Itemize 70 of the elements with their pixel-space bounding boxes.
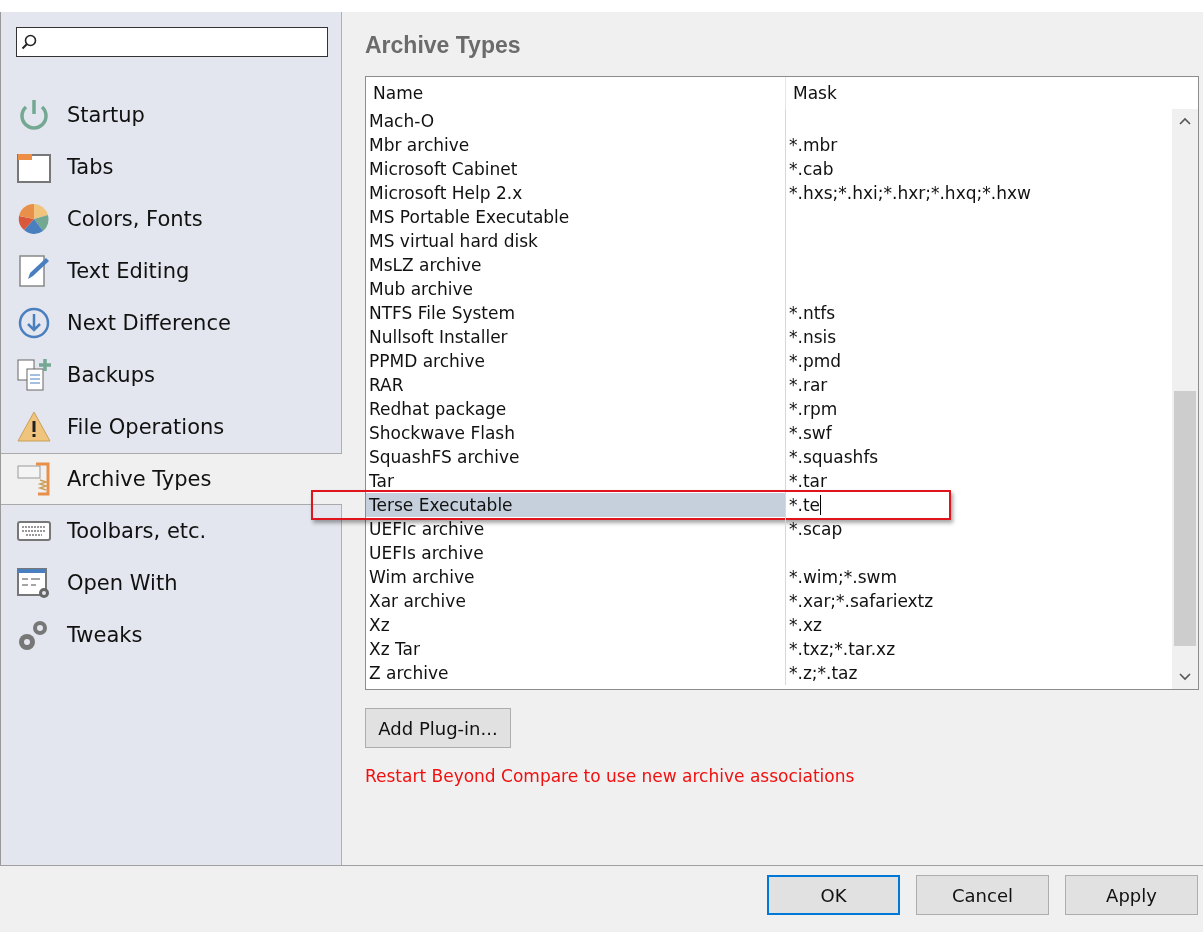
sidebar-item[interactable]: Archive Types — [1, 453, 342, 505]
table-cell[interactable]: Mub archive — [366, 277, 786, 301]
table-cell[interactable]: Xz Tar — [366, 637, 786, 661]
pie-chart-icon — [16, 201, 52, 237]
table-cell[interactable]: *.hxs;*.hxi;*.hxr;*.hxq;*.hxw — [789, 183, 1031, 203]
notepad-pencil-icon — [16, 253, 52, 289]
table-cell[interactable]: Mach-O — [366, 109, 786, 133]
table-cell[interactable]: UEFIs archive — [366, 541, 786, 565]
table-cell[interactable]: *.txz;*.tar.xz — [789, 639, 896, 659]
table-cell[interactable]: *.mbr — [789, 135, 838, 155]
sidebar-item[interactable]: Text Editing — [1, 245, 341, 297]
table-cell[interactable]: UEFIc archive — [366, 517, 786, 541]
table-cell[interactable]: *.wim;*.swm — [789, 567, 898, 587]
table-cell[interactable]: *.ntfs — [789, 303, 836, 323]
scrollbar-thumb[interactable] — [1174, 391, 1196, 646]
restart-notice: Restart Beyond Compare to use new archive associations — [365, 766, 855, 786]
table-cell[interactable]: *.squashfs — [789, 447, 879, 467]
table-cell[interactable]: *.rar — [789, 375, 828, 395]
table-cell[interactable]: Xz — [366, 613, 786, 637]
table-cell[interactable]: MsLZ archive — [366, 253, 786, 277]
table-cell[interactable]: Z archive — [366, 661, 786, 685]
search-field[interactable] — [16, 27, 328, 57]
table-cell[interactable]: Microsoft Help 2.x — [366, 181, 786, 205]
table-cell[interactable]: Microsoft Cabinet — [366, 157, 786, 181]
window-gear-icon — [16, 565, 52, 601]
sidebar-item[interactable]: Next Difference — [1, 297, 341, 349]
table-cell[interactable]: Mbr archive — [366, 133, 786, 157]
table-cell[interactable]: MS Portable Executable — [366, 205, 786, 229]
table-cell[interactable]: *.swf — [789, 423, 832, 443]
sidebar-item[interactable]: Backups — [1, 349, 341, 401]
table-cell[interactable]: Nullsoft Installer — [366, 325, 786, 349]
sidebar-item[interactable]: Tabs — [1, 141, 341, 193]
sidebar-item[interactable]: Open With — [1, 557, 341, 609]
table-cell[interactable]: SquashFS archive — [366, 445, 786, 469]
table-cell[interactable]: Wim archive — [366, 565, 786, 589]
table-cell[interactable]: *.tar — [789, 471, 827, 491]
table-cell[interactable]: NTFS File System — [366, 301, 786, 325]
table-cell[interactable]: *.te — [789, 495, 822, 515]
table-cell[interactable]: *.scap — [789, 519, 843, 539]
sidebar-item[interactable]: File Operations — [1, 401, 341, 453]
table-cell[interactable]: *.z;*.taz — [789, 663, 858, 683]
table-cell[interactable]: PPMD archive — [366, 349, 786, 373]
dialog-button[interactable]: OK — [767, 875, 900, 915]
search-icon — [21, 34, 37, 50]
table-cell[interactable]: RAR — [366, 373, 786, 397]
scrollbar[interactable] — [1172, 109, 1198, 689]
page-title: Archive Types — [365, 32, 521, 60]
warning-icon — [16, 409, 52, 445]
column-header[interactable]: Mask — [786, 77, 1198, 109]
column-header[interactable]: Name — [366, 77, 786, 109]
table-cell[interactable]: *.rpm — [789, 399, 838, 419]
table-cell[interactable]: *.xar;*.safariextz — [789, 591, 934, 611]
documents-plus-icon — [16, 357, 52, 393]
table-cell[interactable]: *.pmd — [789, 351, 842, 371]
dialog-button[interactable]: Apply — [1065, 875, 1198, 915]
table-cell[interactable]: Shockwave Flash — [366, 421, 786, 445]
dialog-button[interactable]: Cancel — [916, 875, 1049, 915]
table-cell[interactable]: Xar archive — [366, 589, 786, 613]
table-cell[interactable]: Redhat package — [366, 397, 786, 421]
sidebar-item[interactable]: Colors, Fonts — [1, 193, 341, 245]
table-cell[interactable]: Terse Executable — [366, 493, 786, 517]
sidebar-item[interactable]: Toolbars, etc. — [1, 505, 341, 557]
table-cell[interactable]: MS virtual hard disk — [366, 229, 786, 253]
sidebar-item[interactable]: Startup — [1, 89, 341, 141]
clamp-icon — [16, 461, 52, 497]
table-cell[interactable]: *.xz — [789, 615, 822, 635]
table-cell[interactable]: *.nsis — [789, 327, 837, 347]
sidebar-item[interactable]: Tweaks — [1, 609, 341, 661]
table-cell[interactable]: *.cab — [789, 159, 834, 179]
add-plugin-button[interactable]: Add Plug-in... — [365, 708, 511, 748]
